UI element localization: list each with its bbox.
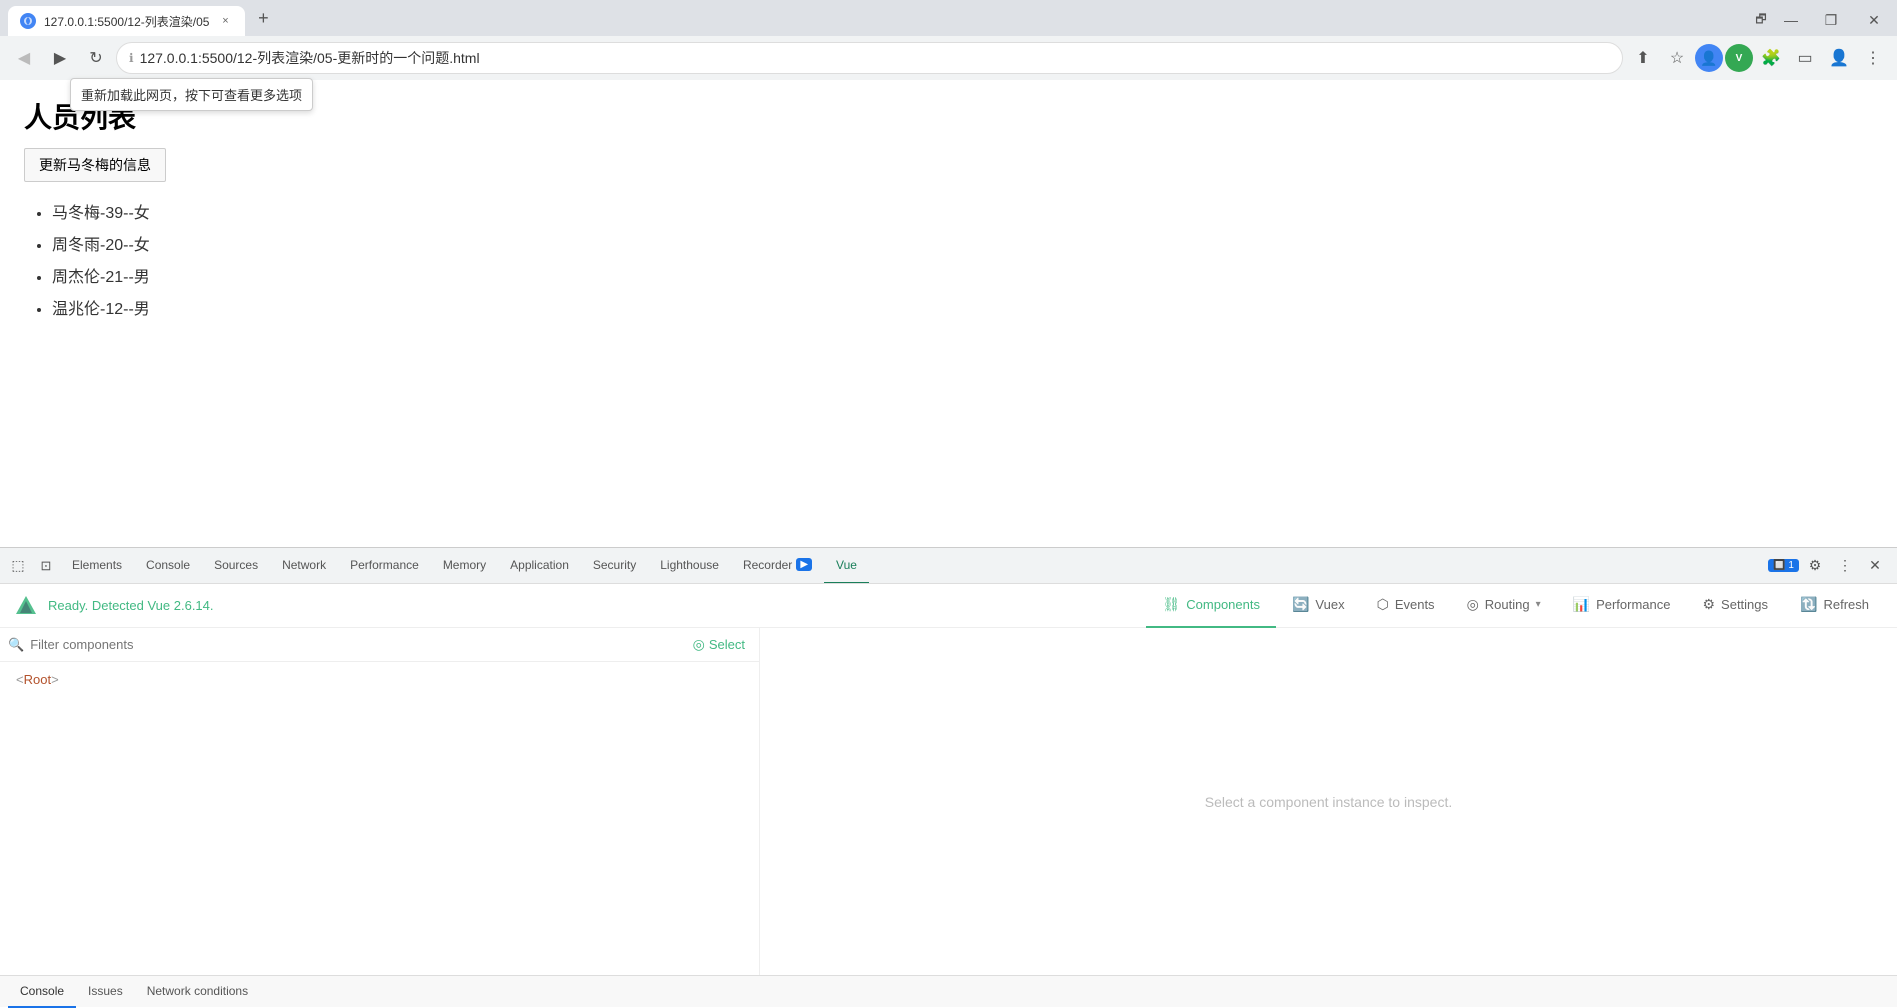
root-tree-item[interactable]: <Root> [12, 670, 747, 689]
list-item: 周冬雨-20--女 [52, 230, 1873, 262]
routing-icon: ◎ [1467, 596, 1479, 613]
routing-label: Routing [1485, 597, 1530, 612]
filter-search-icon: 🔍 [8, 637, 24, 653]
vue-nav-vuex[interactable]: 🔄 Vuex [1276, 584, 1361, 628]
list-item: 周杰伦-21--男 [52, 262, 1873, 294]
list-item: 温兆伦-12--男 [52, 294, 1873, 326]
vue-nav-settings[interactable]: ⚙ Settings [1686, 584, 1784, 628]
events-icon: ⬡ [1377, 596, 1389, 613]
components-label: Components [1186, 597, 1260, 612]
inspector-placeholder: Select a component instance to inspect. [1205, 794, 1452, 810]
devtools-tab-security[interactable]: Security [581, 548, 648, 584]
bottom-tab-console[interactable]: Console [8, 976, 76, 1008]
vue-nav-events[interactable]: ⬡ Events [1361, 584, 1451, 628]
reload-tooltip: 重新加载此网页，按下可查看更多选项 [70, 78, 313, 111]
performance-label: Performance [1596, 597, 1670, 612]
refresh-label: Refresh [1823, 597, 1869, 612]
vue-logo [12, 592, 40, 620]
lock-icon: ℹ [129, 51, 134, 65]
forward-button[interactable]: ▶ [44, 42, 76, 74]
settings-icon: ⚙ [1702, 596, 1715, 613]
vue-nav-refresh[interactable]: 🔃 Refresh [1784, 584, 1885, 628]
bottom-tab-bar: Console Issues Network conditions [0, 975, 1897, 1007]
issues-badge[interactable]: 🔲 1 [1768, 559, 1799, 572]
devtools-tab-performance[interactable]: Performance [338, 548, 431, 584]
performance-icon: 📊 [1573, 596, 1590, 613]
devtools-settings-icon[interactable]: ⚙ [1801, 552, 1829, 580]
vue-toolbar: Ready. Detected Vue 2.6.14. ⛓ Components… [0, 584, 1897, 628]
extensions-icon[interactable]: 🧩 [1755, 42, 1787, 74]
devtools-more-icon[interactable]: ⋮ [1831, 552, 1859, 580]
account-icon[interactable]: 👤 [1823, 42, 1855, 74]
share-icon[interactable]: ⬆ [1627, 42, 1659, 74]
vue-nav: ⛓ Components 🔄 Vuex ⬡ Events [1146, 584, 1885, 628]
devtools-tab-network[interactable]: Network [270, 548, 338, 584]
vue-nav-components[interactable]: ⛓ Components [1146, 584, 1276, 628]
vue-devtools: Ready. Detected Vue 2.6.14. ⛓ Components… [0, 584, 1897, 975]
devtools-tab-vue[interactable]: Vue [824, 548, 869, 584]
profile-avatar[interactable]: 👤 [1695, 44, 1723, 72]
vuex-icon: 🔄 [1292, 596, 1309, 613]
back-button[interactable]: ◀ [8, 42, 40, 74]
devtools-cursor-icon[interactable]: ⬚ [4, 552, 32, 580]
select-button[interactable]: ◎ Select [687, 634, 751, 655]
minimize-button[interactable]: — [1771, 4, 1811, 36]
vue-status-text: Ready. Detected Vue 2.6.14. [48, 598, 214, 613]
devtools-tab-application[interactable]: Application [498, 548, 581, 584]
devtools-tab-elements[interactable]: Elements [60, 548, 134, 584]
devtools-close-icon[interactable]: ✕ [1861, 552, 1889, 580]
reload-button[interactable]: ↻ 重新加载此网页，按下可查看更多选项 [80, 42, 112, 74]
tab-favicon [20, 13, 36, 29]
select-circle-icon: ◎ [693, 636, 705, 653]
extension-icon[interactable]: V [1725, 44, 1753, 72]
list-item: 马冬梅-39--女 [52, 198, 1873, 230]
settings-label: Settings [1721, 597, 1768, 612]
vuex-label: Vuex [1315, 597, 1344, 612]
routing-dropdown-icon: ▾ [1536, 599, 1541, 610]
bookmark-icon[interactable]: ☆ [1661, 42, 1693, 74]
maximize-button[interactable]: ❐ [1811, 4, 1851, 36]
devtools-tab-recorder[interactable]: Recorder ▶ [731, 548, 824, 584]
component-tree: <Root> [0, 662, 759, 975]
tab-title: 127.0.0.1:5500/12-列表渲染/05 [44, 13, 209, 30]
devtools-dock-icon[interactable]: ⊡ [32, 552, 60, 580]
update-button[interactable]: 更新马冬梅的信息 [24, 148, 166, 182]
favicon-icon [23, 16, 33, 26]
page-content: 人员列表 更新马冬梅的信息 马冬梅-39--女 周冬雨-20--女 周杰伦-21… [0, 80, 1897, 547]
person-list: 马冬梅-39--女 周冬雨-20--女 周杰伦-21--男 温兆伦-12--男 [24, 198, 1873, 326]
vue-nav-performance[interactable]: 📊 Performance [1557, 584, 1687, 628]
menu-icon[interactable]: ⋮ [1857, 42, 1889, 74]
tab-close-button[interactable]: × [217, 13, 233, 29]
address-bar-wrap[interactable]: ℹ 127.0.0.1:5500/12-列表渲染/05-更新时的一个问题.htm… [116, 42, 1623, 74]
bottom-tab-network-conditions[interactable]: Network conditions [135, 976, 260, 1008]
vue-logo-icon [14, 594, 38, 618]
devtools-tab-bar: ⬚ ⊡ Elements Console Sources Network Per… [0, 548, 1897, 584]
vue-main-panel: 🔍 ◎ Select <Root> [0, 628, 1897, 975]
vue-nav-routing[interactable]: ◎ Routing ▾ [1451, 584, 1557, 628]
tab-ctrl-list[interactable]: 🗗 [1751, 10, 1771, 30]
events-label: Events [1395, 597, 1435, 612]
devtools-tab-console[interactable]: Console [134, 548, 202, 584]
devtools-panel: ⬚ ⊡ Elements Console Sources Network Per… [0, 547, 1897, 1007]
filter-bar: 🔍 ◎ Select [0, 628, 759, 662]
refresh-icon: 🔃 [1800, 596, 1817, 613]
address-text: 127.0.0.1:5500/12-列表渲染/05-更新时的一个问题.html [140, 48, 480, 68]
devtools-tab-sources[interactable]: Sources [202, 548, 270, 584]
bottom-tab-issues[interactable]: Issues [76, 976, 135, 1008]
component-tree-panel: 🔍 ◎ Select <Root> [0, 628, 760, 975]
close-button[interactable]: ✕ [1851, 4, 1897, 36]
components-icon: ⛓ [1162, 596, 1180, 613]
sidebar-icon[interactable]: ▭ [1789, 42, 1821, 74]
filter-input[interactable] [30, 637, 680, 652]
select-label: Select [709, 637, 745, 652]
devtools-tab-memory[interactable]: Memory [431, 548, 498, 584]
new-tab-button[interactable]: + [249, 4, 277, 32]
devtools-tab-lighthouse[interactable]: Lighthouse [648, 548, 731, 584]
root-tag-name: Root [24, 672, 51, 687]
component-inspector-panel: Select a component instance to inspect. [760, 628, 1897, 975]
browser-tab[interactable]: 127.0.0.1:5500/12-列表渲染/05 × [8, 6, 245, 36]
